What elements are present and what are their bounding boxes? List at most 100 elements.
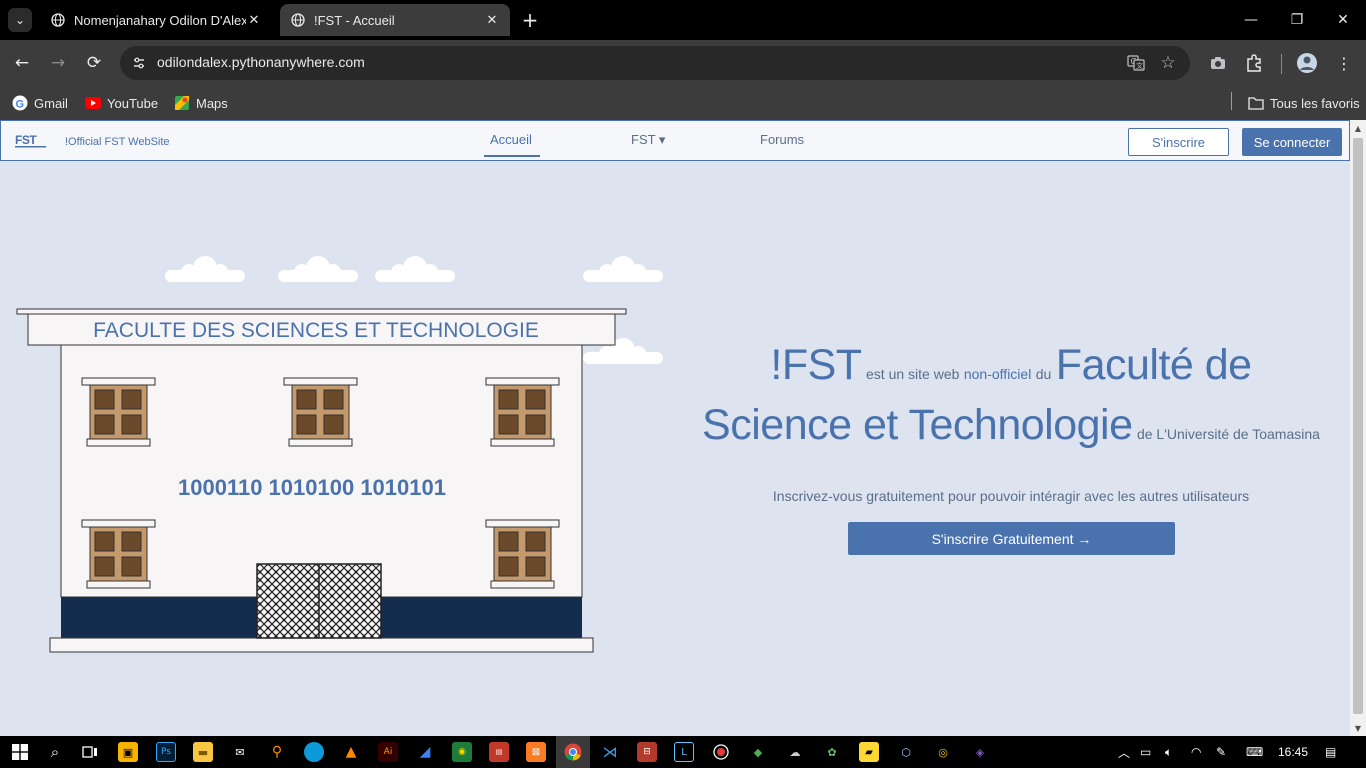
bookmark-star-icon[interactable]: ☆: [1158, 53, 1178, 73]
app-icon[interactable]: ◈: [970, 742, 990, 762]
tab-title: Nomenjanahary Odilon D'Alex: [74, 12, 246, 28]
volume-icon[interactable]: 🔈︎: [1165, 744, 1172, 760]
edge-icon[interactable]: [304, 742, 324, 762]
new-tab-button[interactable]: +: [518, 8, 542, 32]
keyboard-icon[interactable]: ⌨: [1246, 744, 1263, 760]
vlc-icon[interactable]: ▲: [341, 742, 361, 762]
search-app-icon[interactable]: ⚲: [267, 742, 287, 762]
mail-icon[interactable]: ✉: [230, 742, 250, 762]
wifi-icon[interactable]: ◠: [1191, 744, 1201, 760]
file-explorer-icon[interactable]: ▬: [193, 742, 213, 762]
building-sign-text: FACULTE DES SCIENCES ET TECHNOLOGIE: [93, 319, 539, 342]
faculty-building-illustration: FACULTE DES SCIENCES ET TECHNOLOGIE 1000…: [16, 256, 663, 653]
windows-taskbar: ⌕ ▣ Ps ▬ ✉ ⚲ ▲ Ai ◢ ◉ ▤ ⊠ ⋊ ⊟ L ◆ ☁ ✿ ▰ …: [0, 736, 1366, 768]
windows-start-icon[interactable]: [10, 742, 30, 762]
bookmark-gmail[interactable]: G Gmail: [12, 93, 68, 113]
tab-title: !FST - Accueil: [314, 12, 395, 28]
nav-forums[interactable]: Forums: [760, 132, 804, 147]
toolbar-divider: [1281, 54, 1282, 74]
sticky-notes-icon[interactable]: ▰: [859, 742, 879, 762]
nav-accueil[interactable]: Accueil: [490, 132, 532, 147]
nav-fst-dropdown[interactable]: FST ▾: [631, 132, 665, 148]
url-text: odilondalex.pythonanywhere.com: [157, 54, 365, 70]
site-logo[interactable]: FST: [14, 132, 48, 149]
nav-active-indicator: [484, 155, 540, 157]
hero-text-2: non-officiel: [963, 366, 1032, 382]
address-bar[interactable]: odilondalex.pythonanywhere.com G文 ☆: [120, 46, 1190, 80]
building-window: [283, 377, 358, 447]
browser-tab[interactable]: Nomenjanahary Odilon D'Alex ✕: [40, 4, 272, 36]
all-bookmarks-button[interactable]: Tous les favoris: [1248, 93, 1360, 113]
app-icon[interactable]: ⬡: [896, 742, 916, 762]
browser-tab-bar: ⌄ Nomenjanahary Odilon D'Alex ✕ !FST - A…: [0, 0, 1366, 40]
vscode-icon[interactable]: ⋊: [600, 742, 620, 762]
bookmarks-bar: G Gmail YouTube Maps Tous les favoris: [0, 86, 1366, 120]
scrollbar-thumb[interactable]: [1353, 138, 1363, 714]
hero-text-1: est un site web: [866, 366, 960, 382]
maps-icon: [174, 95, 190, 111]
extensions-icon[interactable]: [1243, 52, 1265, 74]
back-button[interactable]: ←: [9, 50, 35, 76]
store-icon[interactable]: ▣: [118, 742, 138, 762]
page-viewport: FST !Official FST WebSite Accueil FST ▾ …: [0, 120, 1350, 736]
building-window: [485, 519, 560, 589]
app-icon[interactable]: ⊟: [637, 742, 657, 762]
hero-heading: !FST est un site web non-officiel du Fac…: [680, 340, 1342, 460]
login-button[interactable]: Se connecter: [1242, 128, 1342, 156]
signup-button[interactable]: S'inscrire: [1128, 128, 1229, 156]
browser-tab-active[interactable]: !FST - Accueil ✕: [280, 4, 510, 36]
browser-toolbar: ← → ⟳ odilondalex.pythonanywhere.com G文 …: [0, 40, 1366, 86]
building-gate: [256, 563, 382, 639]
chrome-icon[interactable]: [563, 742, 583, 762]
building-window: [81, 377, 156, 447]
scroll-down-icon[interactable]: ▼: [1353, 723, 1363, 733]
building-window: [485, 377, 560, 447]
task-view-icon[interactable]: [80, 742, 100, 762]
camera-icon[interactable]: [1207, 52, 1229, 74]
signup-free-button[interactable]: S'inscrire Gratuitement →: [848, 522, 1175, 555]
svg-text:文: 文: [1136, 61, 1143, 70]
menu-kebab-icon[interactable]: ⋮: [1333, 52, 1355, 74]
hero-text-4: de L'Université de Toamasina: [1136, 426, 1320, 442]
site-navbar: FST !Official FST WebSite Accueil FST ▾ …: [0, 120, 1350, 161]
site-tagline: !Official FST WebSite: [65, 136, 170, 148]
building-binary-text: 1000110 1010100 1010101: [178, 475, 446, 500]
scroll-up-icon[interactable]: ▲: [1353, 123, 1363, 133]
app-icon[interactable]: ✿: [822, 742, 842, 762]
tray-overflow-icon[interactable]: ︿: [1118, 744, 1130, 760]
minimize-button[interactable]: —: [1228, 0, 1274, 40]
profile-avatar-icon[interactable]: [1296, 52, 1318, 74]
notifications-icon[interactable]: ▤: [1325, 744, 1336, 760]
app-icon[interactable]: L: [674, 742, 694, 762]
bookmark-youtube[interactable]: YouTube: [85, 93, 158, 113]
bookmark-label: Maps: [196, 95, 228, 111]
app-icon[interactable]: ◎: [933, 742, 953, 762]
folder-icon: [1248, 95, 1264, 111]
forward-button[interactable]: →: [45, 50, 71, 76]
app-icon[interactable]: ▤: [489, 742, 509, 762]
app-icon[interactable]: ☁: [785, 742, 805, 762]
hero-brand: !FST: [770, 341, 862, 389]
page-scrollbar[interactable]: ▲ ▼: [1350, 120, 1366, 736]
close-tab-icon[interactable]: ✕: [246, 12, 262, 28]
search-icon[interactable]: ⌕: [45, 742, 65, 762]
close-window-button[interactable]: ✕: [1320, 0, 1366, 40]
translate-icon[interactable]: G文: [1126, 53, 1146, 73]
close-tab-icon[interactable]: ✕: [484, 12, 500, 28]
app-icon[interactable]: ◆: [748, 742, 768, 762]
photoshop-icon[interactable]: Ps: [156, 742, 176, 762]
xampp-icon[interactable]: ⊠: [526, 742, 546, 762]
google-icon: G: [12, 95, 28, 111]
tab-search-button[interactable]: ⌄: [8, 8, 32, 32]
restore-button[interactable]: ❐: [1274, 0, 1320, 40]
pen-icon[interactable]: ✎: [1216, 744, 1226, 760]
app-icon[interactable]: ◉: [452, 742, 472, 762]
illustrator-icon[interactable]: Ai: [378, 742, 398, 762]
battery-icon[interactable]: ▭: [1140, 744, 1151, 760]
record-icon[interactable]: [711, 742, 731, 762]
bookmark-label: Gmail: [34, 95, 68, 111]
reload-button[interactable]: ⟳: [81, 50, 107, 76]
bookmark-maps[interactable]: Maps: [174, 93, 228, 113]
site-info-icon[interactable]: [130, 54, 148, 72]
app-icon[interactable]: ◢: [415, 742, 435, 762]
